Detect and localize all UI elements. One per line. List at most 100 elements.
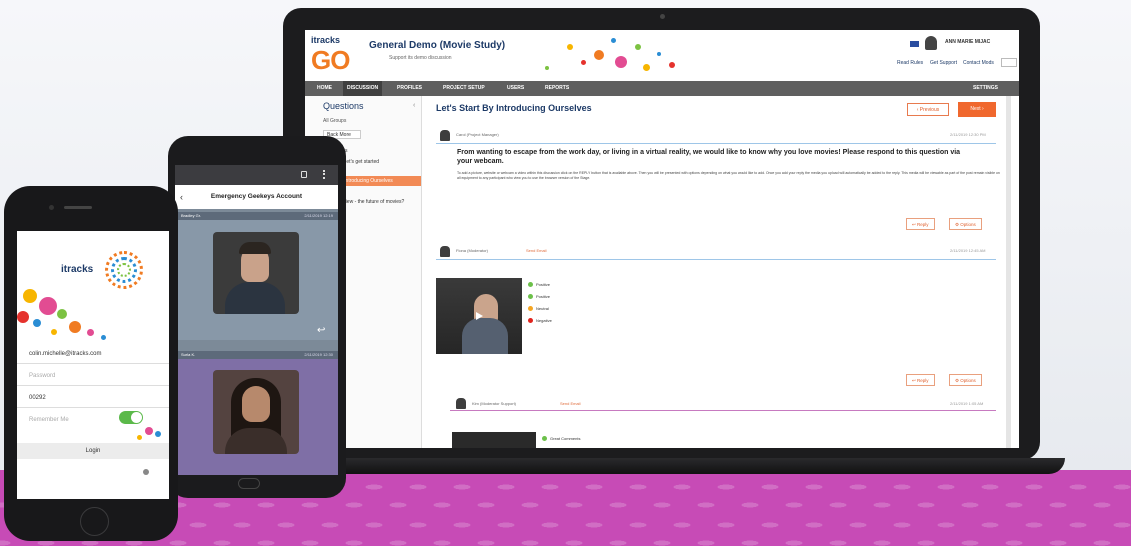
login-button[interactable]: Login — [17, 443, 169, 459]
confetti-dot — [69, 321, 81, 333]
send-email-link[interactable]: Send Email — [560, 401, 580, 406]
confetti-dot — [137, 435, 142, 440]
options-button[interactable]: ⚙ Options — [949, 218, 982, 230]
home-button[interactable] — [80, 507, 109, 536]
confetti-dot — [145, 427, 153, 435]
person-body — [462, 318, 508, 354]
nav-users[interactable]: USERS — [503, 81, 528, 96]
reply-arrow-icon[interactable]: ↩ — [317, 325, 325, 336]
confetti-dot — [57, 309, 67, 319]
positive-dot-icon — [528, 282, 533, 287]
main-navbar: HOME DISCUSSION PROFILES PROJECT SETUP U… — [305, 81, 1019, 96]
nav-project-setup[interactable]: PROJECT SETUP — [439, 81, 489, 96]
itracks-logo: itracks — [61, 264, 94, 275]
mobile-login-screen: itracks colin.michelle@itracks.com Passw… — [17, 231, 169, 499]
project-code-field[interactable]: 00292 — [17, 389, 169, 408]
home-button[interactable] — [238, 478, 260, 489]
user-menu[interactable]: ANN MARIE MIJAC — [945, 39, 990, 45]
study-title: General Demo (Movie Study) — [369, 40, 506, 51]
confetti-dot — [23, 289, 37, 303]
discussion-content: Let's Start By Introducing Ourselves ‹ P… — [422, 96, 1011, 448]
study-subtitle: Support its demo discussion — [389, 55, 452, 61]
poster-name: Bradley Gr. — [181, 213, 202, 218]
brand-itracks: itracks — [311, 35, 341, 45]
confetti-dot — [39, 297, 57, 315]
back-arrow-icon[interactable]: ‹ — [180, 192, 183, 202]
confetti-dot — [51, 329, 57, 335]
avatar — [440, 130, 450, 141]
video-response-thumbnail[interactable] — [452, 432, 536, 448]
reply-author: Fiona (Moderator) — [456, 248, 489, 253]
remember-me-toggle[interactable] — [119, 411, 143, 424]
confetti-dot — [615, 56, 627, 68]
mobile-video-discussion-screen: Emergency Geekeys Account ‹ Bradley Gr. … — [175, 165, 338, 475]
group-filter-select[interactable]: All Groups — [323, 118, 346, 124]
question-title: Let's Start By Introducing Ourselves — [436, 103, 592, 113]
confetti-dot — [669, 62, 675, 68]
person-hair — [239, 242, 271, 254]
sidebar-title: Questions — [323, 101, 364, 111]
desktop-app-screen: itracks GO General Demo (Movie Study) Su… — [305, 30, 1019, 448]
tag-label: Positive — [536, 294, 551, 299]
info-icon[interactable] — [143, 469, 149, 475]
overflow-menu-icon[interactable] — [323, 170, 325, 179]
user-avatar-icon — [925, 36, 937, 50]
sidebar-collapse-icon[interactable]: ‹ — [413, 102, 415, 109]
header-search-input[interactable] — [1001, 58, 1017, 67]
video-response-thumbnail[interactable] — [436, 278, 522, 354]
question-timestamp: 2/11/2019 12:30 PM — [950, 132, 986, 137]
video-response-thumbnail[interactable] — [213, 370, 299, 454]
reply-button[interactable]: ↩ Reply — [906, 374, 935, 386]
sentiment-tag[interactable]: Negative — [528, 318, 552, 324]
itracks-logo-burst — [117, 263, 131, 277]
speaker-grille — [64, 206, 92, 209]
post-divider — [436, 143, 996, 144]
sentiment-tag[interactable]: Positive — [528, 294, 550, 300]
brand-go-logo[interactable]: GO — [311, 45, 350, 76]
post-divider — [450, 410, 996, 411]
question-body: To add a picture, website or webcam a vi… — [457, 171, 1000, 180]
confetti-dot — [155, 431, 161, 437]
confetti-dot — [635, 44, 641, 50]
laptop-camera — [660, 14, 665, 19]
negative-dot-icon — [528, 318, 533, 323]
header-link-contact-mods[interactable]: Contact Mods — [963, 60, 994, 66]
video-response-thumbnail[interactable] — [213, 232, 299, 314]
neutral-dot-icon — [528, 306, 533, 311]
next-button[interactable]: Next › — [958, 102, 996, 117]
header-link-get-support[interactable]: Get Support — [930, 60, 957, 66]
person-face — [242, 386, 270, 422]
header-link-read-rules[interactable]: Read Rules — [897, 60, 923, 66]
person-body — [225, 282, 285, 314]
post-header: Bradley Gr. 2/11/2019 12:19 — [175, 212, 338, 220]
nav-reports[interactable]: REPORTS — [541, 81, 573, 96]
nav-home[interactable]: HOME — [313, 81, 336, 96]
nav-discussion[interactable]: DISCUSSION — [343, 81, 383, 96]
front-camera — [49, 205, 54, 210]
sentiment-tag[interactable]: Positive — [528, 282, 550, 288]
reply-timestamp: 2/11/2019 1:05 AM — [950, 401, 984, 406]
tag-label: Positive — [536, 282, 551, 287]
confetti-dot — [33, 319, 41, 327]
confetti-dot — [567, 44, 573, 50]
confetti-dot — [87, 329, 94, 336]
battery-icon — [301, 171, 307, 178]
options-button[interactable]: ⚙ Options — [949, 374, 982, 386]
sentiment-tag[interactable]: Great Comments — [542, 436, 580, 442]
confetti-dot — [643, 64, 650, 71]
play-icon[interactable] — [476, 312, 483, 320]
post-divider — [436, 259, 996, 260]
laptop-base — [230, 458, 1065, 474]
language-flag-icon[interactable] — [910, 41, 919, 47]
send-email-link[interactable]: Send Email — [526, 248, 546, 253]
previous-button[interactable]: ‹ Previous — [907, 103, 949, 116]
reply-button[interactable]: ↩ Reply — [906, 218, 935, 230]
email-field[interactable]: colin.michelle@itracks.com — [17, 345, 169, 364]
app-header: itracks GO General Demo (Movie Study) Su… — [305, 30, 1019, 81]
sentiment-tag[interactable]: Neutral — [528, 306, 549, 312]
password-field[interactable]: Password — [17, 367, 169, 386]
nav-settings[interactable]: SETTINGS — [969, 81, 1002, 96]
status-bar — [175, 165, 338, 185]
nav-profiles[interactable]: PROFILES — [393, 81, 426, 96]
content-scrollbar[interactable] — [1006, 96, 1011, 448]
